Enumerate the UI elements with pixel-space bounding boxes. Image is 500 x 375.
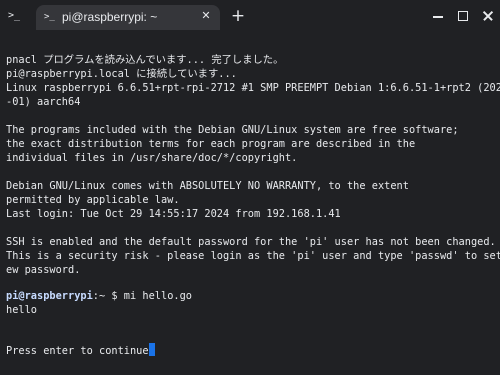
- press-enter-text: Press enter to continue: [6, 345, 149, 357]
- tab-terminal[interactable]: >_ pi@raspberrypi: ~ ✕: [36, 5, 220, 30]
- minimize-button[interactable]: [430, 8, 446, 24]
- terminal-app-icon[interactable]: >_: [6, 8, 22, 24]
- prompt-host: pi@raspberrypi: [6, 290, 93, 302]
- tab-title: pi@raspberrypi: ~: [62, 10, 158, 24]
- close-window-button[interactable]: [480, 8, 496, 24]
- terminal-line: the exact distribution terms for each pr…: [6, 138, 416, 150]
- terminal-line: SSH is enabled and the default password …: [6, 236, 496, 248]
- press-enter-line: Press enter to continue: [6, 343, 155, 357]
- command-line: pi@raspberrypi:~ $ mi hello.go: [6, 289, 192, 303]
- terminal-line: pi@raspberrypi.local に接続しています...: [6, 68, 237, 80]
- terminal-line: individual files in /usr/share/doc/*/cop…: [6, 152, 298, 164]
- terminal-output[interactable]: pnacl プログラムを読み込んでいます... 完了しました。 pi@raspb…: [0, 34, 500, 375]
- new-tab-button[interactable]: +: [229, 7, 247, 25]
- terminal-icon: >_: [44, 12, 55, 22]
- terminal-line: -01) aarch64: [6, 96, 81, 108]
- tab-close-icon[interactable]: ✕: [199, 9, 213, 23]
- terminal-line: This is a security risk - please login a…: [6, 250, 500, 262]
- terminal-window: >_ >_ pi@raspberrypi: ~ ✕ + pnacl プログラムを…: [0, 0, 500, 375]
- terminal-line: Last login: Tue Oct 29 14:55:17 2024 fro…: [6, 208, 341, 220]
- prompt-command: :~ $ mi hello.go: [92, 290, 192, 302]
- terminal-line: pnacl プログラムを読み込んでいます... 完了しました。: [6, 54, 284, 66]
- terminal-line: The programs included with the Debian GN…: [6, 124, 459, 136]
- terminal-line: permitted by applicable law.: [6, 194, 180, 206]
- terminal-line: Linux raspberrypi 6.6.51+rpt-rpi-2712 #1…: [6, 82, 500, 94]
- terminal-line: Debian GNU/Linux comes with ABSOLUTELY N…: [6, 180, 409, 192]
- terminal-line: ew password.: [6, 264, 81, 276]
- maximize-button[interactable]: [455, 8, 471, 24]
- title-bar: >_ >_ pi@raspberrypi: ~ ✕ +: [0, 0, 500, 34]
- text-cursor: [148, 343, 155, 356]
- program-output: hello: [6, 304, 37, 316]
